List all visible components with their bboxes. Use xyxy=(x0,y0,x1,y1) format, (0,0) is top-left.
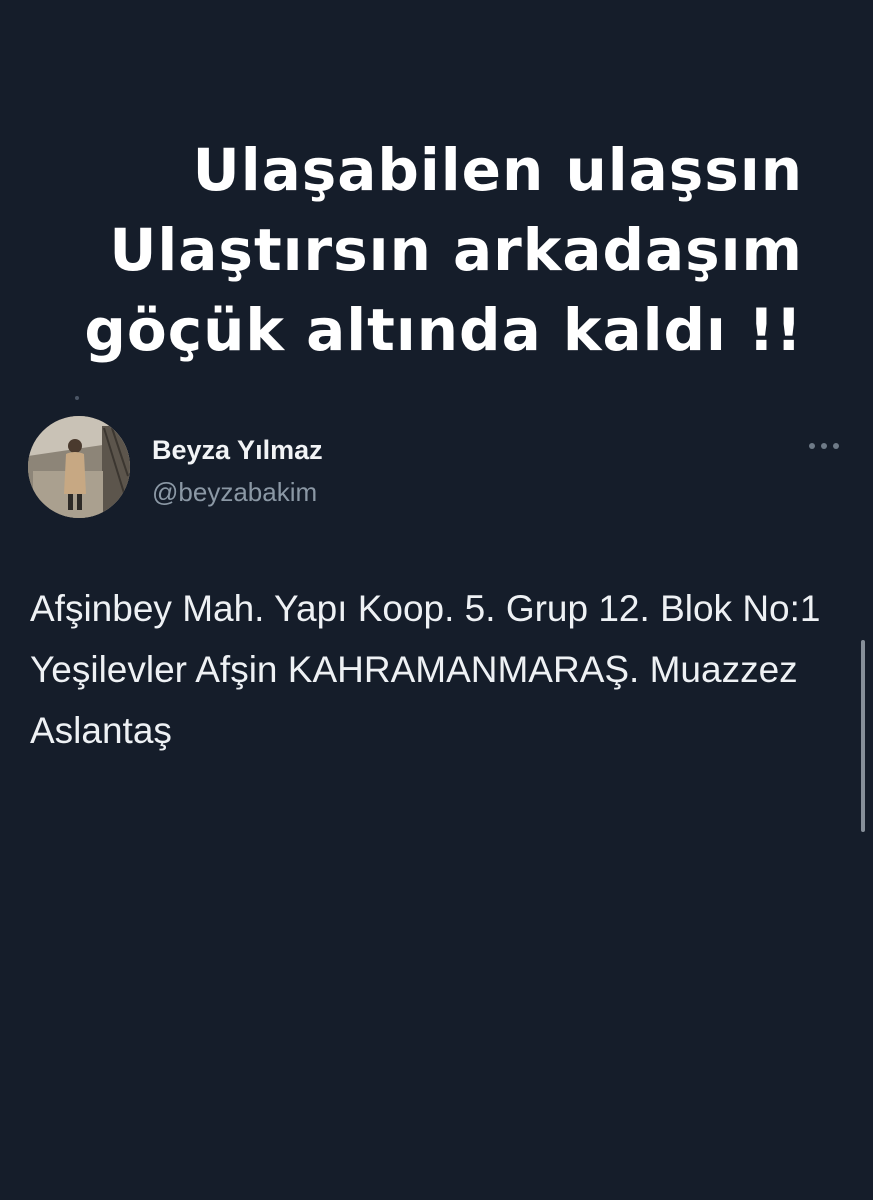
scrollbar[interactable] xyxy=(861,640,865,832)
divider-dot xyxy=(75,396,79,400)
profile-photo-icon xyxy=(28,416,130,518)
tweet-header: Beyza Yılmaz @beyzabakim xyxy=(28,416,848,526)
caption-line-1: Ulaşabilen ulaşsın xyxy=(192,136,803,204)
display-name[interactable]: Beyza Yılmaz xyxy=(152,434,323,466)
overlay-caption: Ulaşabilen ulaşsın Ulaştırsın arkadaşım … xyxy=(43,130,803,370)
tweet-text: Afşinbey Mah. Yapı Koop. 5. Grup 12. Blo… xyxy=(30,588,821,751)
avatar[interactable] xyxy=(28,416,130,518)
caption-line-2: Ulaştırsın arkadaşım xyxy=(109,216,803,284)
more-horizontal-icon[interactable] xyxy=(806,436,842,456)
username[interactable]: @beyzabakim xyxy=(152,476,317,508)
caption-line-3: göçük altında kaldı !! xyxy=(84,296,803,364)
